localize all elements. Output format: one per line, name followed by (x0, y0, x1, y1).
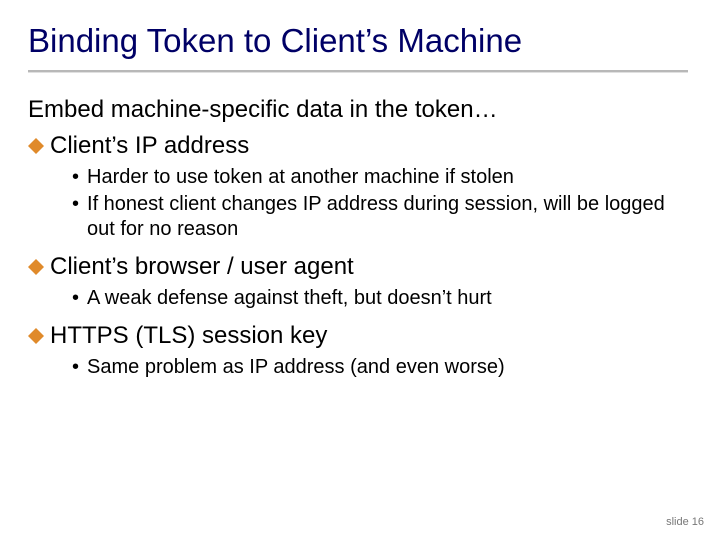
sub-bullet-text: Same problem as IP address (and even wor… (87, 355, 505, 380)
title-underline (28, 70, 688, 73)
bullet-item: Client’s browser / user agent (28, 252, 692, 282)
dot-icon: • (72, 165, 79, 190)
bullet-group-1: Client’s IP address • Harder to use toke… (28, 131, 692, 242)
slide-number: slide 16 (666, 516, 704, 528)
slide: Binding Token to Client’s Machine Embed … (0, 0, 720, 540)
sub-bullet-text: If honest client changes IP address duri… (87, 192, 692, 242)
bullet-text: Client’s browser / user agent (50, 252, 354, 282)
intro-text: Embed machine-specific data in the token… (28, 95, 692, 125)
dot-icon: • (72, 355, 79, 380)
sub-bullet-group: • Same problem as IP address (and even w… (72, 355, 692, 380)
sub-bullet-text: Harder to use token at another machine i… (87, 165, 514, 190)
sub-bullet-item: • Harder to use token at another machine… (72, 165, 692, 190)
diamond-icon (28, 259, 46, 275)
sub-bullet-group: • Harder to use token at another machine… (72, 165, 692, 242)
sub-bullet-item: • Same problem as IP address (and even w… (72, 355, 692, 380)
bullet-item: HTTPS (TLS) session key (28, 321, 692, 351)
sub-bullet-text: A weak defense against theft, but doesn’… (87, 286, 492, 311)
bullet-group-2: Client’s browser / user agent • A weak d… (28, 252, 692, 311)
bullet-text: Client’s IP address (50, 131, 249, 161)
sub-bullet-item: • A weak defense against theft, but does… (72, 286, 692, 311)
dot-icon: • (72, 286, 79, 311)
sub-bullet-item: • If honest client changes IP address du… (72, 192, 692, 242)
bullet-item: Client’s IP address (28, 131, 692, 161)
diamond-icon (28, 138, 46, 154)
sub-bullet-group: • A weak defense against theft, but does… (72, 286, 692, 311)
bullet-text: HTTPS (TLS) session key (50, 321, 327, 351)
diamond-icon (28, 328, 46, 344)
dot-icon: • (72, 192, 79, 217)
page-title: Binding Token to Client’s Machine (28, 22, 692, 60)
bullet-group-3: HTTPS (TLS) session key • Same problem a… (28, 321, 692, 380)
